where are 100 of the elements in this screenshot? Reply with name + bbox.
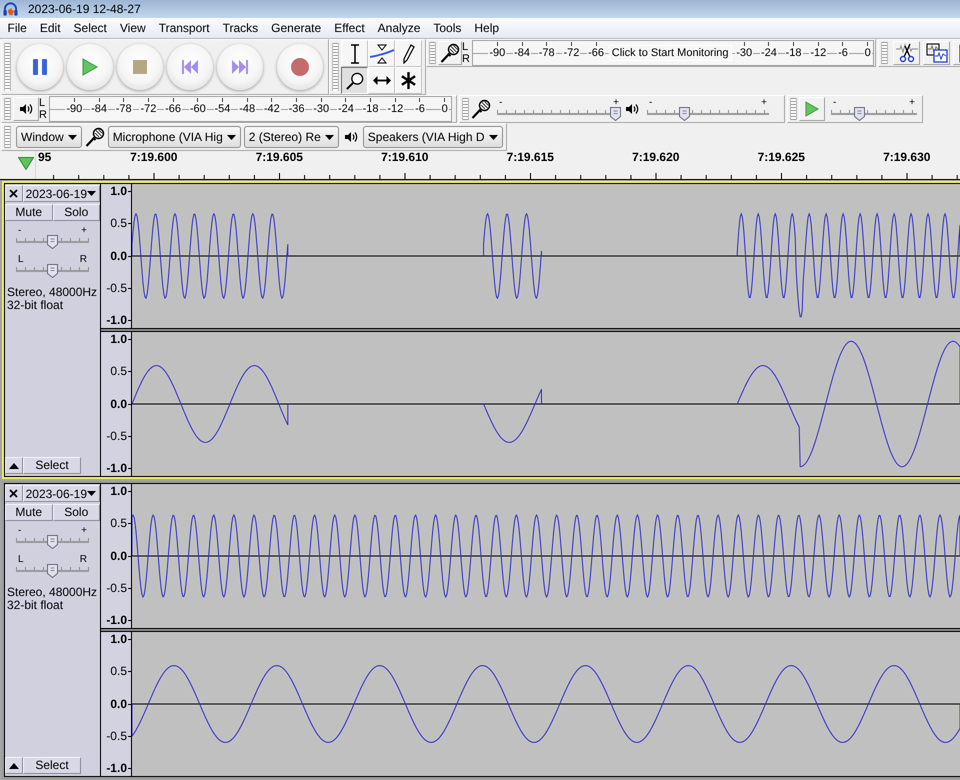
slider-max-label: + [81,526,87,535]
ruler-label: 0.0 [110,398,127,410]
slider-max-label: R [80,255,87,264]
pan-slider[interactable] [16,264,89,278]
input-device-dropdown[interactable]: Microphone (VIA Hig [108,126,241,148]
output-device-dropdown[interactable]: Speakers (VIA High D [362,126,502,148]
recording-meter-button[interactable] [438,41,462,65]
input-channels-dropdown[interactable]: 2 (Stereo) Re [244,126,339,148]
ruler-label: -0.5 [106,430,127,443]
track-format-info: 32-bit float [7,599,64,612]
record-button[interactable] [277,44,323,90]
menu-item[interactable]: Tools [426,20,468,36]
mute-button[interactable]: Mute [5,204,52,221]
record-icon [291,58,309,76]
menu-item[interactable]: Edit [33,20,68,36]
toolbar-grip[interactable] [790,98,797,120]
menu-item[interactable]: Effect [328,20,372,36]
ruler-label: 0.5 [110,665,127,678]
copy-button[interactable] [923,41,950,65]
text-cursor-icon [350,44,360,64]
stop-button[interactable] [117,44,163,90]
close-icon [9,489,18,498]
speaker-icon [19,103,33,115]
track-name-menu[interactable]: 2023-06-19 [22,185,100,202]
ruler-label: 0.0 [110,698,127,710]
zoom-tool-button[interactable] [341,67,368,94]
level-meter[interactable]: -90 -84 -78 -72 -66 Click to Start Monitoring -30 -24 -18 -12 -6 0 [472,40,874,66]
skip-to-start-button[interactable] [167,44,213,90]
slider-thumb[interactable] [679,106,690,120]
slider-min-label: - [18,226,22,235]
level-meter[interactable]: -90 -84 -78 -72 -66 -60 -54 -48 -42 -36 -30 -24 -18 -12 -6 0 [49,96,452,122]
mute-button[interactable]: Mute [5,504,52,521]
input-volume-slider[interactable] [497,106,621,120]
gain-slider[interactable] [16,235,89,249]
menu-item[interactable]: File [1,20,34,36]
ruler-label: -1.0 [106,462,127,475]
ruler-label: 1.0 [110,185,127,198]
play-button[interactable] [67,44,113,90]
menu-item[interactable]: Select [67,20,114,36]
draw-tool-button[interactable] [395,40,422,67]
menu-item[interactable]: Help [468,20,506,36]
slider-max-label: + [761,98,767,106]
slider-max-label: + [81,226,87,235]
speaker-icon [344,131,358,143]
solo-button[interactable]: Solo [52,204,100,221]
slider-min-label: - [18,526,22,535]
pan-slider[interactable] [16,564,89,578]
double-arrow-icon [372,76,390,85]
track-format-info: 32-bit float [7,299,64,312]
envelope-tool-button[interactable] [368,40,395,67]
audio-host-dropdown[interactable]: Window [16,126,82,148]
slider-thumb[interactable] [47,535,58,549]
toolbar-grip[interactable] [881,42,888,64]
caret-icon [68,134,77,140]
menu-item[interactable]: Analyze [371,20,427,36]
slider-min-label: - [499,98,502,106]
up-triangle-icon [9,462,19,468]
skip-to-end-button[interactable] [217,44,263,90]
multi-tool-button[interactable] [395,67,422,94]
select-track-button[interactable]: Select [23,457,81,474]
toolbar-grip[interactable] [462,98,469,120]
slider-min-label: L [18,255,24,264]
toolbar-grip[interactable] [429,42,436,64]
slider-thumb[interactable] [47,564,58,578]
gain-slider[interactable] [16,535,89,549]
select-track-button[interactable]: Select [23,757,81,774]
start-monitoring-button[interactable]: Click to Start Monitoring [608,45,732,61]
toolbar-grip[interactable] [4,126,11,148]
selection-tool-button[interactable] [341,40,368,67]
asterisk-icon [401,72,416,89]
slider-thumb[interactable] [47,235,58,249]
menu-item[interactable]: Transport [152,20,216,36]
menu-item[interactable]: Tracks [216,20,265,36]
time-label: 7:19.600 [130,151,178,164]
slider-min-label: - [833,98,836,106]
time-label: 7:19.615 [506,151,554,164]
track-name-menu[interactable]: 2023-06-19 [22,485,100,502]
cut-button[interactable] [893,41,920,65]
toolbar-grip[interactable] [4,43,11,91]
pause-button[interactable] [17,44,63,90]
time-label: 7:19.620 [632,151,680,164]
slider-thumb[interactable] [610,106,621,120]
slider-max-label: + [613,98,619,106]
menu-item[interactable]: Generate [264,20,328,36]
channel-label: R [462,53,471,65]
menu-item[interactable]: View [113,20,152,36]
channel-label: R [39,109,48,121]
output-volume-slider[interactable] [647,106,769,120]
time-shift-tool-button[interactable] [368,67,395,94]
playback-speed-slider[interactable] [831,106,917,120]
time-label: 7:19.630 [883,151,930,164]
play-at-speed-button[interactable] [799,97,825,121]
slider-min-label: L [18,555,24,564]
playback-meter-button[interactable] [13,97,39,121]
toolbar-grip[interactable] [4,98,11,120]
slider-thumb[interactable] [47,264,58,278]
ruler-label: 1.0 [110,333,127,346]
slider-thumb[interactable] [854,106,864,120]
solo-button[interactable]: Solo [52,504,100,521]
toolbar-grip[interactable] [332,43,339,91]
